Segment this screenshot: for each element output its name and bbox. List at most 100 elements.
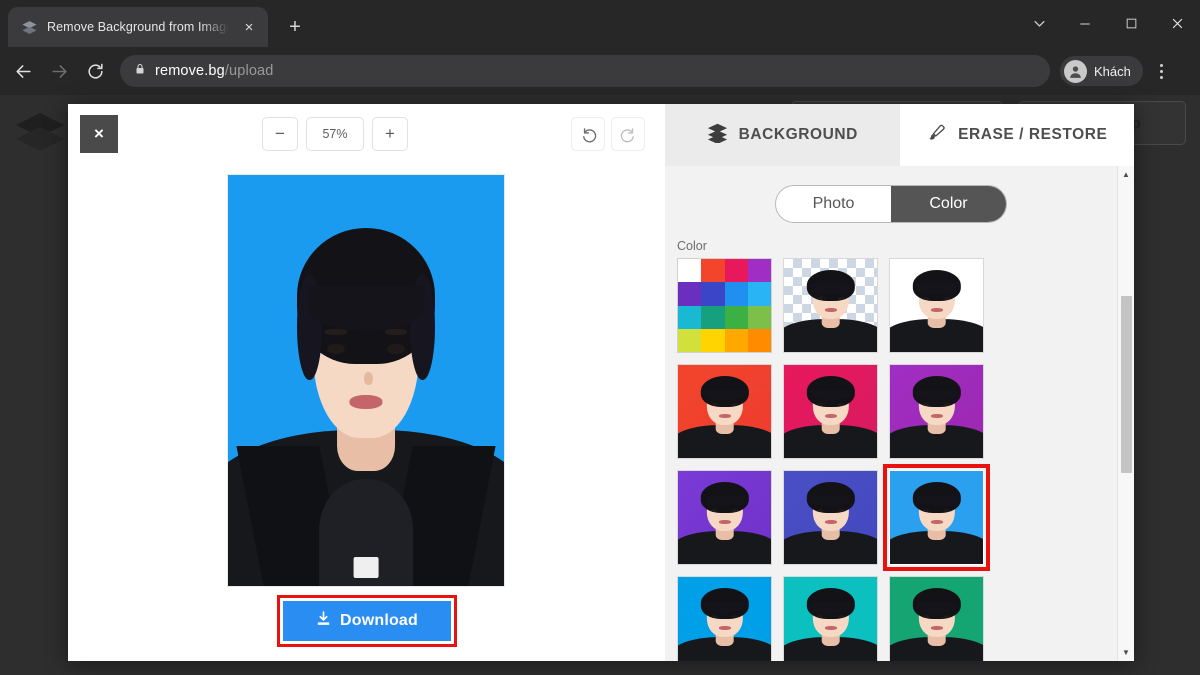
swatch-azure-blue-selected[interactable] (889, 470, 984, 565)
tab-close-icon[interactable]: × (238, 16, 260, 38)
thumb-portrait (890, 365, 983, 458)
swatch-color-picker[interactable] (677, 258, 772, 353)
photo-color-toggle: Photo Color (775, 185, 1007, 223)
browser-tab-title: Remove Background from Image (47, 20, 229, 34)
back-icon[interactable] (6, 54, 40, 88)
palette-cell[interactable] (748, 259, 771, 282)
swatch-bright-blue[interactable] (677, 576, 772, 661)
tab-erase-restore-label: ERASE / RESTORE (958, 126, 1107, 144)
palette-cell[interactable] (725, 282, 748, 305)
address-bar[interactable]: remove.bg/upload (120, 55, 1050, 87)
profile-name: Khách (1094, 64, 1131, 79)
swatch-crimson-pink[interactable] (783, 364, 878, 459)
url-path: /upload (225, 63, 274, 79)
thumb-portrait (890, 471, 983, 564)
zoom-level-value[interactable]: 57% (306, 117, 364, 151)
palette-cell[interactable] (748, 282, 771, 305)
swatch-red-orange[interactable] (677, 364, 772, 459)
person-icon (1064, 60, 1087, 83)
zoom-controls: − 57% + (262, 117, 408, 151)
browser-chrome: Remove Background from Image × + (0, 0, 1200, 95)
maximize-icon[interactable] (1108, 4, 1154, 44)
layers-icon (21, 19, 38, 36)
editor-toolbar: × − 57% + (68, 104, 665, 166)
swatch-cyan-teal[interactable] (783, 576, 878, 661)
download-annotation-box: Download (277, 595, 457, 647)
lock-icon (134, 62, 146, 80)
kebab-menu-icon[interactable] (1149, 56, 1175, 86)
redo-button[interactable] (611, 117, 645, 151)
tab-erase-restore[interactable]: ERASE / RESTORE (900, 104, 1135, 166)
browser-tab[interactable]: Remove Background from Image × (8, 7, 268, 47)
toggle-color[interactable]: Color (891, 186, 1006, 222)
portrait-image (228, 175, 504, 586)
download-button[interactable]: Download (283, 601, 451, 641)
swatch-purple[interactable] (889, 364, 984, 459)
palette-cell[interactable] (725, 306, 748, 329)
layers-icon (707, 122, 728, 148)
tab-search-chevron-down-icon[interactable] (1016, 4, 1062, 44)
thumb-portrait (678, 365, 771, 458)
brush-icon (926, 122, 947, 148)
palette-cell[interactable] (678, 282, 701, 305)
swatch-indigo[interactable] (783, 470, 878, 565)
palette-cell[interactable] (748, 306, 771, 329)
address-bar-text: remove.bg/upload (155, 63, 273, 79)
new-tab-button[interactable]: + (280, 12, 310, 42)
history-controls (571, 117, 645, 151)
background-swatch-grid (677, 258, 1117, 661)
thumb-portrait (890, 259, 983, 352)
palette-cell[interactable] (701, 306, 724, 329)
download-icon (315, 610, 332, 632)
thumb-portrait (890, 577, 983, 661)
palette-cell[interactable] (678, 306, 701, 329)
swatch-green-teal[interactable] (889, 576, 984, 661)
scroll-up-arrow-icon[interactable]: ▲ (1118, 166, 1134, 183)
scroll-down-arrow-icon[interactable]: ▼ (1118, 644, 1134, 661)
browser-toolbar: remove.bg/upload Khách (0, 47, 1200, 95)
thumb-portrait (784, 471, 877, 564)
section-label-color: Color (677, 239, 1117, 253)
forward-icon (42, 54, 76, 88)
zoom-out-button[interactable]: − (262, 117, 298, 151)
palette-cell[interactable] (701, 329, 724, 352)
window-controls (1016, 0, 1200, 47)
undo-button[interactable] (571, 117, 605, 151)
palette-cell[interactable] (678, 329, 701, 352)
thumb-portrait (784, 259, 877, 352)
editor-options-pane: BACKGROUND ERASE / RESTORE Photo Color C… (665, 104, 1134, 661)
thumb-portrait (678, 577, 771, 661)
edited-photo-preview[interactable] (227, 174, 505, 587)
close-editor-button[interactable]: × (80, 115, 118, 153)
url-domain: remove.bg (155, 63, 225, 79)
palette-cell[interactable] (725, 259, 748, 282)
window-close-icon[interactable] (1154, 4, 1200, 44)
reload-icon[interactable] (78, 54, 112, 88)
image-canvas[interactable]: Download (68, 166, 665, 661)
tab-background-label: BACKGROUND (739, 126, 858, 144)
toggle-photo[interactable]: Photo (776, 186, 891, 222)
swatch-violet[interactable] (677, 470, 772, 565)
thumb-portrait (784, 365, 877, 458)
minimize-icon[interactable] (1062, 4, 1108, 44)
zoom-in-button[interactable]: + (372, 117, 408, 151)
palette-cell[interactable] (725, 329, 748, 352)
download-button-label: Download (340, 612, 418, 630)
color-picker-palette (678, 259, 771, 352)
profile-chip[interactable]: Khách (1060, 56, 1143, 86)
palette-cell[interactable] (748, 329, 771, 352)
tab-background[interactable]: BACKGROUND (665, 104, 900, 166)
swatch-transparent[interactable] (783, 258, 878, 353)
editor-modal: × − 57% + (68, 104, 1134, 661)
panel-content: Photo Color Color (665, 166, 1117, 661)
removebg-logo (14, 109, 66, 153)
swatch-white[interactable] (889, 258, 984, 353)
palette-cell[interactable] (678, 259, 701, 282)
scrollbar-thumb[interactable] (1121, 296, 1132, 473)
panel-tabs: BACKGROUND ERASE / RESTORE (665, 104, 1134, 166)
palette-cell[interactable] (701, 259, 724, 282)
panel-scrollbar[interactable]: ▲ ▼ (1117, 166, 1134, 661)
palette-cell[interactable] (701, 282, 724, 305)
editor-canvas-pane: × − 57% + (68, 104, 665, 661)
thumb-portrait (784, 577, 877, 661)
